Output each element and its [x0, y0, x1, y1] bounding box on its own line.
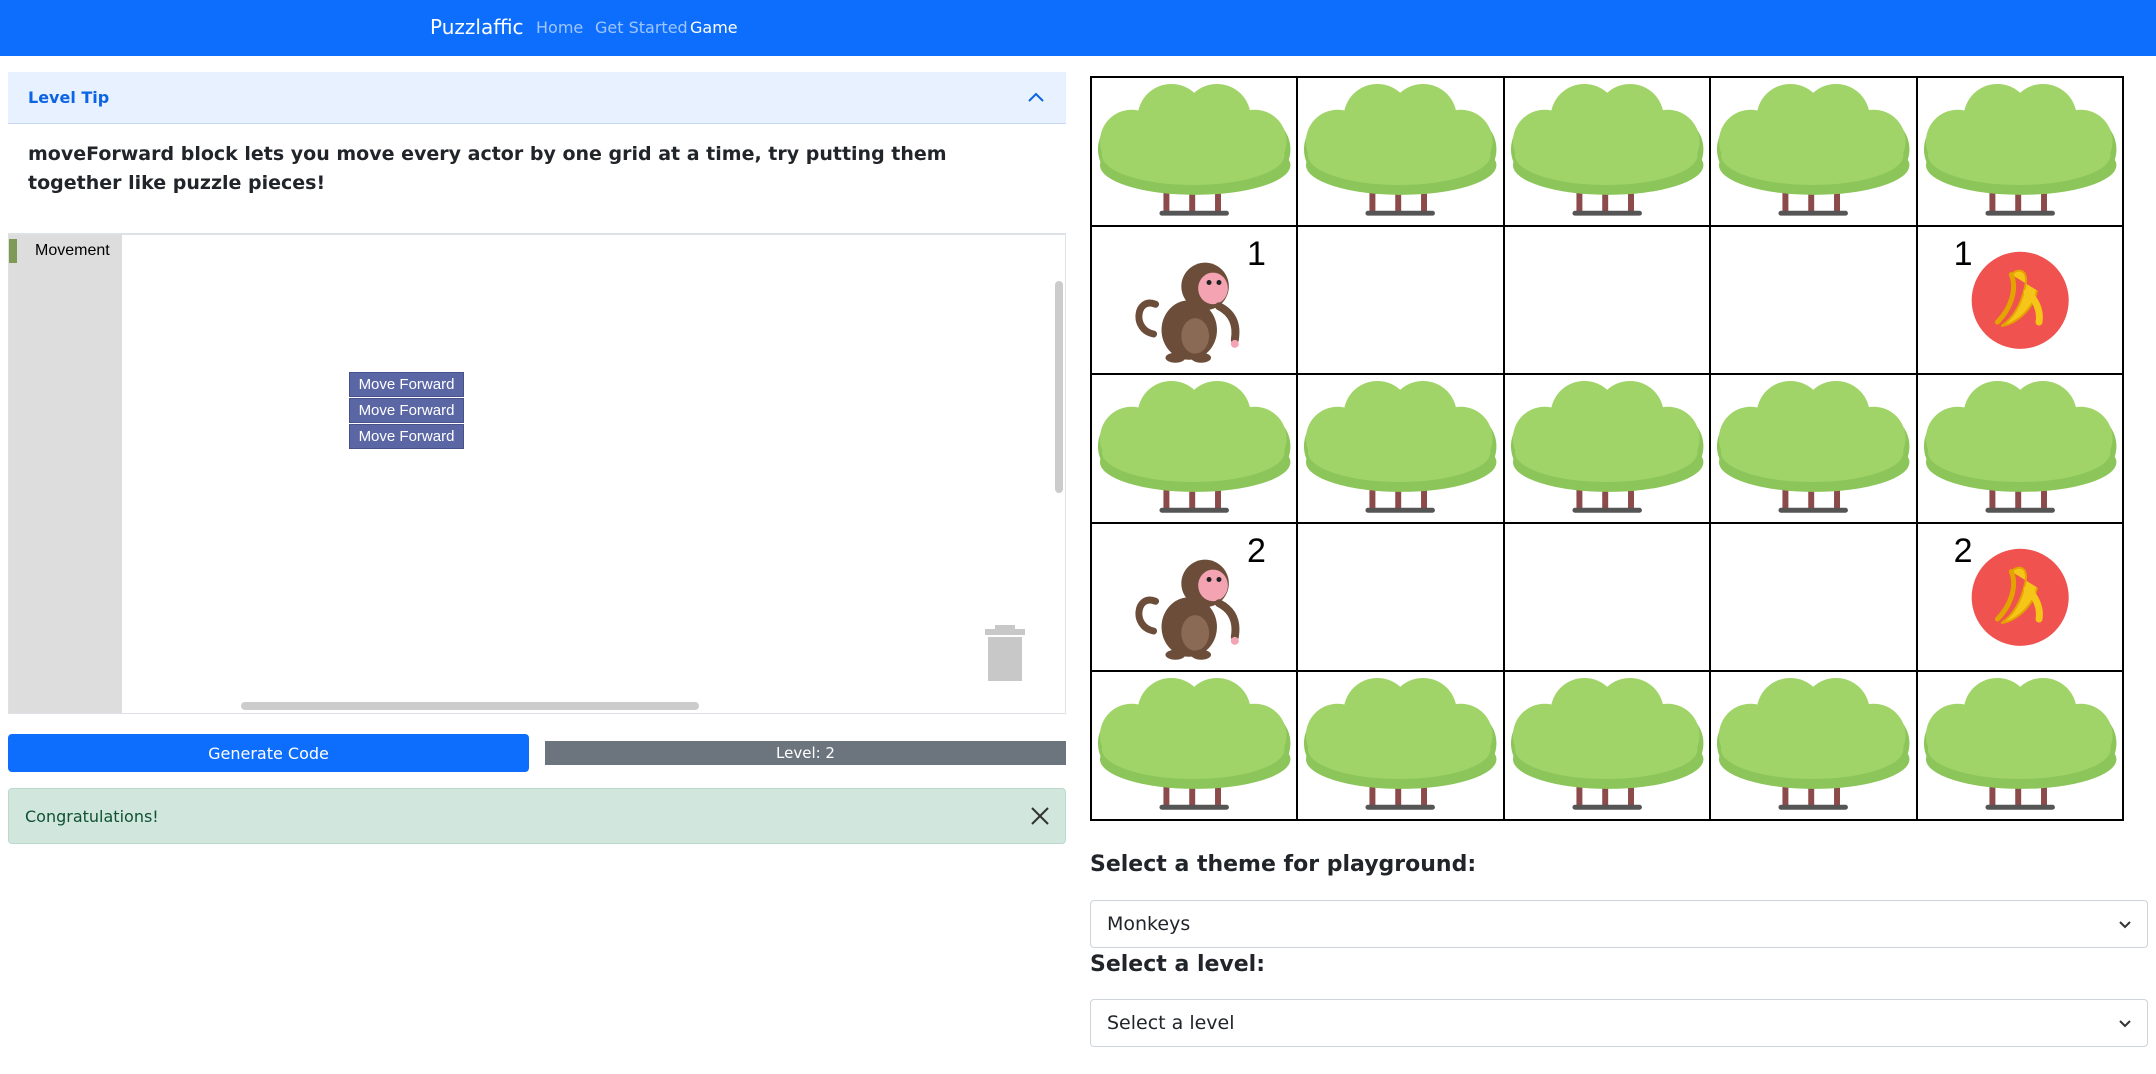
trash-icon[interactable] — [985, 625, 1025, 681]
level-select[interactable]: Select a level — [1090, 999, 2148, 1047]
navbar: Puzzlaffic Home Get Started Game — [0, 0, 2156, 56]
tree-icon — [1510, 678, 1704, 811]
nav-link-game[interactable]: Game — [690, 18, 738, 37]
board-cell-tree — [1710, 671, 1917, 820]
blockly-workspace[interactable]: Movement Move Forward Move Forward Move … — [8, 234, 1066, 714]
board-cell-tree — [1297, 374, 1504, 523]
tree-icon — [1717, 381, 1910, 513]
board-cell-tree — [1091, 77, 1298, 226]
chevron-down-icon — [2119, 921, 2131, 929]
tree-icon — [1923, 678, 2117, 811]
board-cell-tree — [1091, 671, 1298, 820]
tree-icon — [1510, 381, 1704, 513]
actor-number-badge: 2 — [1247, 531, 1266, 570]
category-color-marker — [9, 239, 17, 263]
level-tip-title: Level Tip — [28, 88, 110, 107]
tree-icon — [1510, 83, 1704, 216]
board-cell-tree — [1916, 671, 2123, 820]
theme-selected-value: Monkeys — [1107, 913, 1191, 935]
move-forward-block[interactable]: Move Forward — [349, 372, 464, 397]
board-cell-empty — [1710, 522, 1917, 672]
alert-message: Congratulations! — [25, 806, 159, 826]
board-cell-tree — [1503, 77, 1711, 226]
board-cell-tree — [1710, 374, 1917, 523]
generate-code-button[interactable]: Generate Code — [8, 734, 529, 772]
tree-icon — [1304, 678, 1497, 811]
board-cell-tree — [1503, 671, 1711, 820]
tree-icon — [1097, 678, 1291, 811]
board-cell-tree — [1503, 374, 1711, 523]
banana-icon — [1971, 251, 2069, 349]
tree-icon — [1923, 381, 2117, 513]
tree-icon — [1717, 678, 1910, 811]
game-board: 1 1 2 2 — [1090, 76, 2124, 821]
board-cell-monkey: 1 — [1091, 225, 1298, 375]
chevron-down-icon — [2119, 1020, 2131, 1028]
move-forward-block[interactable]: Move Forward — [349, 424, 464, 449]
toolbox-category-label: Movement — [35, 242, 110, 259]
board-cell-banana: 1 — [1916, 225, 2123, 375]
close-icon[interactable] — [1029, 805, 1051, 827]
board-cell-empty — [1297, 522, 1504, 672]
toolbox: Movement — [9, 235, 122, 713]
tree-icon — [1097, 83, 1291, 216]
nav-link-get-started[interactable]: Get Started — [595, 18, 688, 37]
tree-icon — [1304, 381, 1497, 513]
board-cell-tree — [1091, 374, 1298, 523]
nav-link-home[interactable]: Home — [536, 18, 583, 37]
horizontal-scrollbar[interactable] — [241, 702, 699, 710]
board-cell-empty — [1503, 225, 1711, 375]
level-tip-body: moveForward block lets you move every ac… — [8, 124, 1066, 234]
board-cell-empty — [1297, 225, 1504, 375]
board-cell-tree — [1297, 671, 1504, 820]
board-cell-tree — [1710, 77, 1917, 226]
level-selected-value: Select a level — [1107, 1012, 1235, 1034]
board-cell-tree — [1916, 77, 2123, 226]
move-forward-block[interactable]: Move Forward — [349, 398, 464, 423]
tree-icon — [1717, 83, 1910, 216]
tree-icon — [1304, 83, 1497, 216]
board-cell-empty — [1503, 522, 1711, 672]
tree-icon — [1097, 381, 1291, 513]
brand-logo[interactable]: Puzzlaffic — [430, 15, 524, 39]
theme-select[interactable]: Monkeys — [1090, 900, 2148, 948]
vertical-scrollbar[interactable] — [1055, 281, 1063, 493]
success-alert: Congratulations! — [8, 788, 1066, 844]
actor-number-badge: 1 — [1247, 234, 1266, 273]
goal-number-badge: 2 — [1953, 531, 1973, 570]
tree-icon — [1923, 83, 2117, 216]
board-cell-empty — [1710, 225, 1917, 375]
level-indicator: Level: 2 — [545, 741, 1066, 765]
level-tip-header[interactable]: Level Tip — [8, 72, 1066, 124]
toolbox-category-movement[interactable]: Movement — [9, 237, 122, 265]
level-select-label: Select a level: — [1090, 952, 1266, 977]
board-cell-tree — [1297, 77, 1504, 226]
board-cell-monkey: 2 — [1091, 522, 1298, 672]
chevron-up-icon[interactable] — [1026, 88, 1046, 108]
goal-number-badge: 1 — [1953, 234, 1973, 273]
banana-icon — [1971, 548, 2069, 646]
board-cell-tree — [1916, 374, 2123, 523]
board-cell-banana: 2 — [1916, 522, 2123, 672]
theme-label: Select a theme for playground: — [1090, 852, 1477, 877]
